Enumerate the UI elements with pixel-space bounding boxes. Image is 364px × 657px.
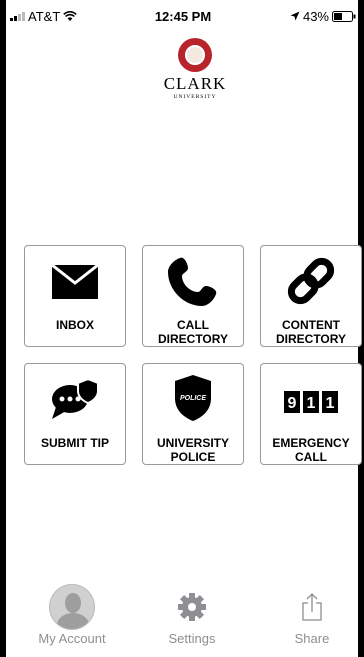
tab-my-account-label: My Account bbox=[38, 631, 106, 646]
call-directory-label-line1: CALL bbox=[176, 318, 209, 332]
link-icon bbox=[287, 257, 335, 305]
content-directory-button[interactable]: CONTENT DIRECTORY bbox=[260, 245, 362, 347]
logo-name: CLARK bbox=[163, 74, 227, 93]
emergency-call-label: EMERGENCY CALL bbox=[268, 436, 353, 464]
avatar-icon bbox=[49, 584, 95, 630]
university-police-label-line1: UNIVERSITY bbox=[156, 436, 229, 450]
emergency-call-button[interactable]: 9 1 1 EMERGENCY CALL bbox=[260, 363, 362, 465]
university-police-label-line2: POLICE bbox=[170, 450, 216, 464]
inbox-label: INBOX bbox=[55, 318, 94, 332]
tab-settings-label: Settings bbox=[168, 631, 216, 646]
inbox-button[interactable]: INBOX bbox=[24, 245, 126, 347]
digit-9: 9 bbox=[288, 395, 297, 412]
university-police-button[interactable]: POLICE UNIVERSITY POLICE bbox=[142, 363, 244, 465]
share-icon bbox=[302, 593, 322, 621]
chat-shield-icon bbox=[52, 377, 99, 419]
phone-icon bbox=[168, 257, 217, 306]
battery-percent: 43% bbox=[302, 8, 329, 24]
call-directory-label-line2: DIRECTORY bbox=[157, 332, 228, 346]
gear-icon bbox=[178, 593, 206, 621]
digit-1a: 1 bbox=[307, 395, 316, 412]
submit-tip-button[interactable]: SUBMIT TIP bbox=[24, 363, 126, 465]
call-directory-label: CALL DIRECTORY bbox=[154, 318, 232, 346]
tab-my-account[interactable]: My Account bbox=[22, 583, 122, 646]
emergency-call-label-line2: CALL bbox=[295, 450, 327, 464]
logo-subtitle: UNIVERSITY bbox=[173, 94, 217, 100]
call-directory-button[interactable]: CALL DIRECTORY bbox=[142, 245, 244, 347]
tab-settings[interactable]: Settings bbox=[142, 583, 242, 646]
status-right: 43% bbox=[290, 9, 356, 24]
emergency-911-icon: 9 1 1 bbox=[284, 391, 338, 413]
emergency-call-label-line1: EMERGENCY bbox=[272, 436, 350, 450]
university-police-label: UNIVERSITY POLICE bbox=[153, 436, 233, 464]
content-directory-label-line1: CONTENT bbox=[281, 318, 340, 332]
battery-icon bbox=[332, 10, 356, 22]
digit-1b: 1 bbox=[326, 395, 335, 412]
location-arrow-icon bbox=[290, 11, 300, 21]
content-directory-label-line2: DIRECTORY bbox=[275, 332, 346, 346]
police-badge-icon: POLICE bbox=[175, 375, 211, 421]
seal-icon bbox=[178, 38, 212, 72]
submit-tip-label: SUBMIT TIP bbox=[41, 436, 109, 450]
tab-share[interactable]: Share bbox=[262, 583, 362, 646]
police-badge-text: POLICE bbox=[180, 395, 206, 402]
content-directory-label: CONTENT DIRECTORY bbox=[272, 318, 350, 346]
tab-share-label: Share bbox=[294, 631, 330, 646]
status-bar: AT&T 12:45 PM 43% bbox=[10, 6, 356, 26]
university-logo: CLARK UNIVERSITY bbox=[155, 38, 235, 100]
envelope-icon bbox=[52, 265, 98, 299]
